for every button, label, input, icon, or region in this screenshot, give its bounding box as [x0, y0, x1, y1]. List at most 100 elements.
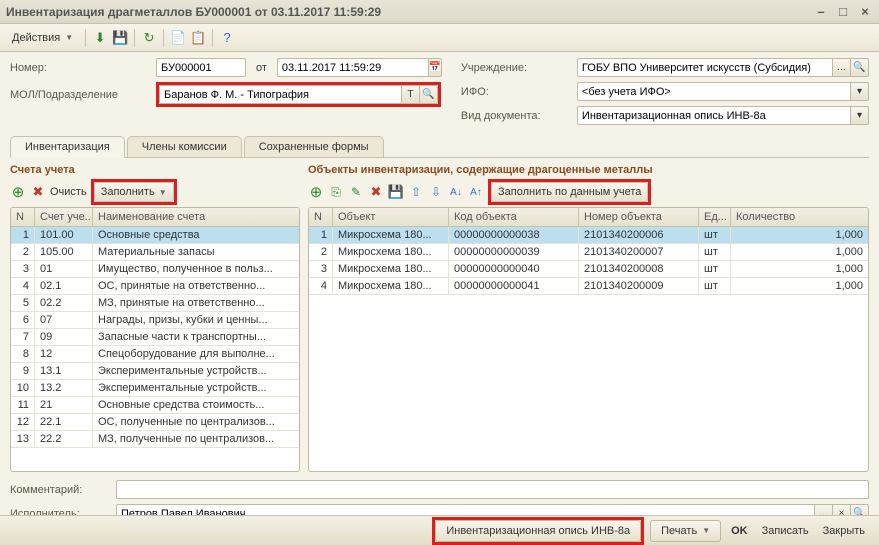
col-unit[interactable]: Ед... — [699, 208, 731, 226]
table-row[interactable]: 1013.2Экспериментальные устройств... — [11, 380, 299, 397]
table-row[interactable]: 1101.00Основные средства — [11, 227, 299, 244]
cell-account: 02.1 — [35, 278, 93, 294]
move-down-icon[interactable]: ⇩ — [428, 184, 444, 200]
cell-unit: шт — [699, 261, 731, 277]
edit-icon[interactable]: ✎ — [348, 184, 364, 200]
fill-by-data-button[interactable]: Заполнить по данным учета — [491, 182, 648, 202]
fill-button[interactable]: Заполнить ▼ — [94, 182, 174, 202]
search-icon[interactable]: 🔍 — [851, 58, 869, 77]
refresh-icon[interactable]: ↻ — [141, 30, 157, 46]
search-icon[interactable]: 🔍 — [420, 85, 438, 104]
cell-name: Запасные части к транспортны... — [93, 329, 299, 345]
mol-label: МОЛ/Подразделение — [10, 82, 150, 107]
delete-icon[interactable]: ✖ — [30, 184, 46, 200]
close-icon[interactable]: × — [857, 5, 873, 19]
cell-code: 00000000000038 — [449, 227, 579, 243]
cell-n: 12 — [11, 414, 35, 430]
doc-create-icon[interactable]: 📄 — [170, 30, 186, 46]
table-row[interactable]: 607Награды, призы, кубки и ценны... — [11, 312, 299, 329]
minimize-icon[interactable]: – — [813, 5, 829, 19]
cell-code: 00000000000041 — [449, 278, 579, 294]
doctype-label: Вид документа: — [461, 110, 571, 122]
cell-n: 1 — [309, 227, 333, 243]
cell-account: 13.2 — [35, 380, 93, 396]
toolbar-separator — [212, 29, 213, 47]
dropdown-icon[interactable]: ▾ — [851, 106, 869, 125]
table-row[interactable]: 4Микросхема 180...0000000000004121013402… — [309, 278, 868, 295]
clear-button[interactable]: Очисть — [50, 186, 87, 198]
cell-n: 7 — [11, 329, 35, 345]
table-row[interactable]: 1222.1ОС, полученные по централизов... — [11, 414, 299, 431]
cell-n: 3 — [309, 261, 333, 277]
apply-icon[interactable]: ⬇ — [92, 30, 108, 46]
table-row[interactable]: 301Имущество, полученное в польз... — [11, 261, 299, 278]
tab-saved-forms[interactable]: Сохраненные формы — [244, 136, 384, 157]
chevron-down-icon: ▼ — [702, 526, 710, 535]
comment-field[interactable] — [116, 480, 869, 499]
ifo-field[interactable] — [577, 82, 851, 101]
table-row[interactable]: 812Спецоборудование для выполне... — [11, 346, 299, 363]
date-field[interactable] — [277, 58, 429, 77]
main-toolbar: Действия ▼ ⬇ 💾 ↻ 📄 📋 ? — [0, 24, 879, 52]
maximize-icon[interactable]: □ — [835, 5, 851, 19]
objects-grid-body[interactable]: 1Микросхема 180...0000000000003821013402… — [309, 227, 868, 471]
save-icon[interactable]: 💾 — [388, 184, 404, 200]
table-row[interactable]: 709Запасные части к транспортны... — [11, 329, 299, 346]
print-button[interactable]: Печать ▼ — [650, 520, 721, 542]
tab-commission-members[interactable]: Члены комиссии — [127, 136, 242, 157]
col-account-name[interactable]: Наименование счета — [93, 208, 299, 226]
doctype-field[interactable] — [577, 106, 851, 125]
table-row[interactable]: 913.1Экспериментальные устройств... — [11, 363, 299, 380]
tab-inventarization[interactable]: Инвентаризация — [10, 136, 125, 158]
ellipsis-icon[interactable]: … — [833, 58, 851, 77]
table-row[interactable]: 502.2МЗ, принятые на ответственно... — [11, 295, 299, 312]
cell-name: Основные средства стоимость... — [93, 397, 299, 413]
move-up-icon[interactable]: ⇧ — [408, 184, 424, 200]
cell-object: Микросхема 180... — [333, 244, 449, 260]
calendar-icon[interactable]: 📅 — [429, 58, 442, 77]
sort-desc-icon[interactable]: A↑ — [468, 184, 484, 200]
copy-icon[interactable]: ⎘ — [328, 184, 344, 200]
save-icon[interactable]: 💾 — [112, 30, 128, 46]
add-icon[interactable]: ⊕ — [308, 184, 324, 200]
table-row[interactable]: 2105.00Материальные запасы — [11, 244, 299, 261]
table-row[interactable]: 2Микросхема 180...0000000000003921013402… — [309, 244, 868, 261]
col-object[interactable]: Объект — [333, 208, 449, 226]
cell-n: 11 — [11, 397, 35, 413]
dropdown-icon[interactable]: ▾ — [851, 82, 869, 101]
col-number[interactable]: Номер объекта — [579, 208, 699, 226]
inventory-report-button[interactable]: Инвентаризационная опись ИНВ-8а — [435, 520, 641, 542]
from-label: от — [256, 62, 267, 74]
doc-structure-icon[interactable]: 📋 — [190, 30, 206, 46]
actions-menu[interactable]: Действия ▼ — [6, 28, 79, 48]
cell-n: 5 — [11, 295, 35, 311]
col-quantity[interactable]: Количество — [731, 208, 868, 226]
table-row[interactable]: 1121Основные средства стоимость... — [11, 397, 299, 414]
table-row[interactable]: 1Микросхема 180...0000000000003821013402… — [309, 227, 868, 244]
comment-label: Комментарий: — [10, 484, 110, 496]
col-n[interactable]: N — [11, 208, 35, 226]
table-row[interactable]: 3Микросхема 180...0000000000004021013402… — [309, 261, 868, 278]
col-n[interactable]: N — [309, 208, 333, 226]
col-code[interactable]: Код объекта — [449, 208, 579, 226]
close-button[interactable]: Закрыть — [819, 525, 869, 537]
help-icon[interactable]: ? — [219, 30, 235, 46]
toolbar-separator — [85, 29, 86, 47]
save-button[interactable]: Записать — [758, 525, 813, 537]
institution-field[interactable] — [577, 58, 833, 77]
select-type-icon[interactable]: T — [402, 85, 420, 104]
cell-n: 2 — [309, 244, 333, 260]
table-row[interactable]: 402.1ОС, принятые на ответственно... — [11, 278, 299, 295]
ok-button[interactable]: OK — [727, 525, 752, 537]
fill-label: Заполнить — [101, 186, 155, 198]
cell-n: 3 — [11, 261, 35, 277]
cell-account: 21 — [35, 397, 93, 413]
table-row[interactable]: 1322.2МЗ, полученные по централизов... — [11, 431, 299, 448]
accounts-grid-body[interactable]: 1101.00Основные средства2105.00Материаль… — [11, 227, 299, 471]
sort-asc-icon[interactable]: A↓ — [448, 184, 464, 200]
add-icon[interactable]: ⊕ — [10, 184, 26, 200]
col-account[interactable]: Счет уче... — [35, 208, 93, 226]
delete-icon[interactable]: ✖ — [368, 184, 384, 200]
mol-field[interactable] — [159, 85, 402, 104]
number-field[interactable] — [156, 58, 246, 77]
